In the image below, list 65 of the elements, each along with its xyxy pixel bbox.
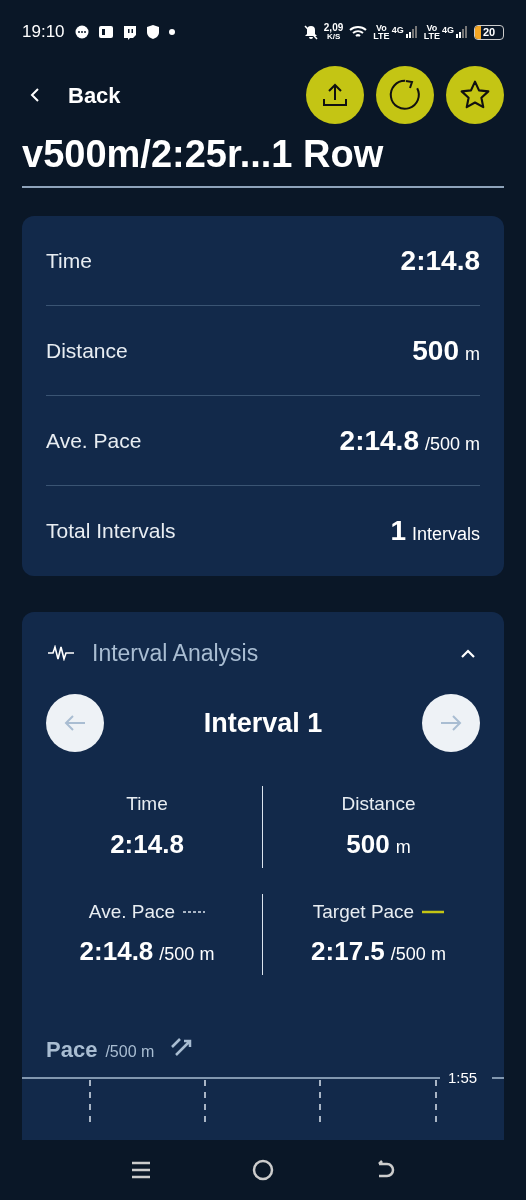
refresh-icon xyxy=(388,78,422,112)
section-title: Interval Analysis xyxy=(92,638,259,668)
previous-button[interactable] xyxy=(46,694,104,752)
share-button[interactable] xyxy=(306,66,364,124)
chevron-up-icon xyxy=(460,648,476,658)
interval-title: Interval 1 xyxy=(203,706,323,740)
dot-icon xyxy=(168,29,175,35)
stat-value: 500 xyxy=(346,827,390,861)
home-icon[interactable] xyxy=(252,1159,274,1181)
summary-label: Time xyxy=(46,247,92,274)
app-icon xyxy=(98,25,113,39)
wifi-icon xyxy=(349,25,368,39)
solid-line-icon xyxy=(422,909,445,914)
speed-unit: K/S xyxy=(326,32,341,41)
chart-unit: /500 m xyxy=(105,1042,155,1062)
stat-unit: /500 m xyxy=(390,943,446,966)
volte-label: LTE xyxy=(373,32,390,40)
summary-value: 2:14.8 xyxy=(339,423,419,458)
chat-icon xyxy=(74,25,89,39)
stat-value: 2:17.5 xyxy=(311,935,385,968)
arrow-right-icon xyxy=(440,714,462,732)
refresh-button[interactable] xyxy=(376,66,434,124)
menu-icon[interactable] xyxy=(130,1161,151,1179)
clock: 19:10 xyxy=(22,21,65,44)
next-button[interactable] xyxy=(422,694,480,752)
summary-unit: /500 m xyxy=(424,432,480,456)
stat-unit: /500 m xyxy=(159,943,215,966)
network-label: 4G xyxy=(442,24,454,37)
star-icon xyxy=(459,79,491,111)
dashed-line-icon xyxy=(183,909,206,914)
summary-value: 2:14.8 xyxy=(400,243,480,278)
stat-label: Distance xyxy=(341,792,416,816)
summary-label: Distance xyxy=(46,337,128,364)
signal-icon xyxy=(456,26,468,38)
stat-unit: m xyxy=(395,835,411,859)
summary-unit: Intervals xyxy=(411,523,480,546)
network-speed: 2,09 xyxy=(323,23,344,32)
shield-icon xyxy=(146,25,159,39)
stat-label: Time xyxy=(126,792,168,816)
summary-unit: m xyxy=(465,342,480,366)
volte-label: Vo xyxy=(376,24,387,32)
stat-label: Target Pace xyxy=(312,899,415,924)
chat-bubble-icon xyxy=(122,24,137,40)
chart-title: Pace xyxy=(46,1036,98,1064)
bell-muted-icon xyxy=(303,24,318,40)
signal-icon xyxy=(405,26,418,38)
summary-label: Total Intervals xyxy=(46,518,176,545)
chevron-left-icon xyxy=(30,87,40,103)
summary-value: 500 xyxy=(412,333,459,368)
stat-label: Ave. Pace xyxy=(88,899,176,924)
volte-label: Vo xyxy=(426,24,438,32)
stat-value: 2:14.8 xyxy=(110,827,184,861)
back-button[interactable]: Back xyxy=(30,78,121,112)
summary-value: 1 xyxy=(390,514,406,548)
network-label: 4G xyxy=(391,24,404,37)
upload-icon xyxy=(322,82,348,108)
favorite-button[interactable] xyxy=(446,66,504,124)
axis-label: 1:55 xyxy=(448,1068,478,1088)
waveform-icon xyxy=(48,645,74,661)
battery-level: 20 xyxy=(481,26,497,38)
summary-label: Ave. Pace xyxy=(46,427,142,454)
workout-title: v500m/2:25r...1 Row xyxy=(22,132,385,177)
volte-label: LTE xyxy=(423,32,440,40)
arrow-left-icon xyxy=(64,714,86,732)
stat-value: 2:14.8 xyxy=(79,935,154,968)
